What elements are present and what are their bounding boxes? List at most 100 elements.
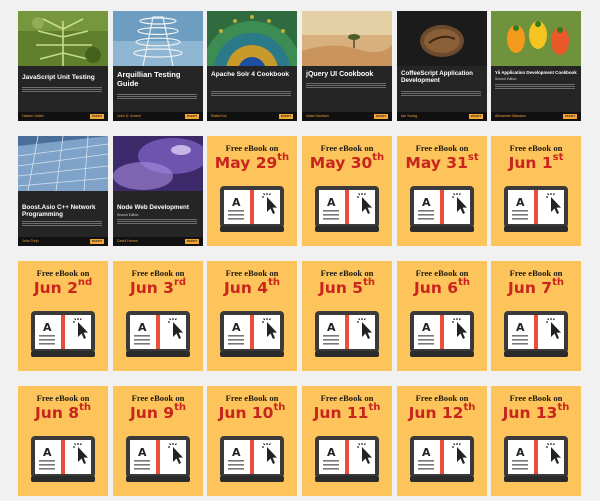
open-book-cursor-icon: A <box>220 186 284 232</box>
free-ebook-tile[interactable]: Free eBook on Jun 4th A <box>207 261 297 371</box>
free-ebook-tile[interactable]: Free eBook on May 31st A <box>397 136 487 246</box>
free-ebook-date: May 30th <box>302 152 392 172</box>
book-description <box>117 94 197 99</box>
cover-art-desert-tree <box>302 11 392 66</box>
free-ebook-date-suffix: st <box>552 152 564 163</box>
free-ebook-date-suffix: st <box>467 152 479 163</box>
publisher-logo: PACKT <box>90 239 104 244</box>
open-book-cursor-icon: A <box>504 186 568 232</box>
free-ebook-tile[interactable]: Free eBook on Jun 10th A <box>207 386 297 496</box>
book-title: CoffeeScript Application Development <box>401 70 473 84</box>
open-book-cursor-icon: A <box>410 436 474 482</box>
free-ebook-tile[interactable]: Free eBook on Jun 7th A <box>491 261 581 371</box>
free-ebook-label: Free eBook on <box>131 393 185 403</box>
free-ebook-tile[interactable]: Free eBook on Jun 13th A <box>491 386 581 496</box>
free-ebook-label: Free eBook on <box>320 268 374 278</box>
free-ebook-date: May 31st <box>397 152 487 172</box>
book-author: John Torjo <box>22 239 39 243</box>
free-ebook-date-text: Jun 13 <box>502 404 558 422</box>
open-book-cursor-icon: A <box>315 186 379 232</box>
book-cover-coffeescript-application-development[interactable]: CoffeeScript Application Development Ian… <box>397 11 487 121</box>
cover-art-coffee-bean <box>397 11 487 66</box>
free-ebook-date-suffix: rd <box>173 277 187 288</box>
book-icon-letter: A <box>138 446 147 459</box>
book-description <box>211 91 291 96</box>
free-ebook-date-suffix: th <box>458 277 470 288</box>
free-ebook-tile[interactable]: Free eBook on May 30th A <box>302 136 392 246</box>
book-icon-letter: A <box>232 446 241 459</box>
publisher-logo: PACKT <box>279 114 293 119</box>
open-book-cursor-icon: A <box>126 311 190 357</box>
free-ebook-tile[interactable]: Free eBook on Jun 9th A <box>113 386 203 496</box>
book-description <box>117 219 197 224</box>
free-ebook-label: Free eBook on <box>225 268 279 278</box>
open-book-cursor-icon: A <box>410 311 474 357</box>
free-ebook-date: Jun 13th <box>491 402 581 422</box>
book-footer: John D. Ament PACKT <box>113 112 203 121</box>
open-book-cursor-icon: A <box>315 311 379 357</box>
free-ebook-date-suffix: th <box>463 402 476 413</box>
book-cover-apache-solr-4-cookbook[interactable]: Apache Solr 4 Cookbook Rafał Kuć PACKT <box>207 11 297 121</box>
book-cover-boost-asio-cpp-network-programming[interactable]: Boost.Asio C++ Network Programming John … <box>18 136 108 246</box>
cover-art-purple-glass <box>113 136 203 191</box>
free-ebook-tile[interactable]: Free eBook on Jun 3rd A <box>113 261 203 371</box>
book-cover-node-web-development[interactable]: Node Web Development Second Edition Davi… <box>113 136 203 246</box>
book-cover-jquery-ui-cookbook[interactable]: jQuery UI Cookbook Adam Boduch PACKT <box>302 11 392 121</box>
free-ebook-label: Free eBook on <box>131 268 185 278</box>
free-ebook-date: Jun 2nd <box>18 277 108 297</box>
publisher-logo: PACKT <box>90 114 104 119</box>
free-ebook-date-suffix: th <box>372 152 385 163</box>
book-description <box>306 83 386 88</box>
book-description <box>401 91 481 96</box>
free-ebook-tile[interactable]: Free eBook on Jun 2nd A <box>18 261 108 371</box>
open-book-cursor-icon: A <box>410 186 474 232</box>
book-cover-arquillian-testing-guide[interactable]: Arquillian Testing Guide John D. Ament P… <box>113 11 203 121</box>
free-ebook-date: Jun 11th <box>302 402 392 422</box>
free-ebook-tile[interactable]: Free eBook on May 29th A <box>207 136 297 246</box>
free-ebook-date-suffix: th <box>174 402 186 413</box>
free-ebook-date-suffix: th <box>79 402 91 413</box>
open-book-cursor-icon: A <box>220 436 284 482</box>
free-ebook-date-text: Jun 5 <box>319 279 364 297</box>
free-ebook-date: Jun 7th <box>491 277 581 297</box>
book-subtitle: Second Edition <box>495 77 517 81</box>
book-icon-letter: A <box>43 321 52 334</box>
book-author: Rafał Kuć <box>211 114 227 118</box>
book-cover-yii-application-development-cookbook[interactable]: Yii Application Development Cookbook Sec… <box>491 11 581 121</box>
cover-art-parrots <box>491 11 581 66</box>
ebook-grid: JavaScript Unit Testing Hazem Saleh PACK… <box>0 0 600 501</box>
free-ebook-date-text: Jun 6 <box>414 279 459 297</box>
book-description <box>495 84 575 89</box>
book-icon-letter: A <box>232 196 241 209</box>
book-icon-letter: A <box>327 446 336 459</box>
publisher-logo: PACKT <box>185 114 199 119</box>
free-ebook-date-suffix: th <box>363 277 375 288</box>
free-ebook-date-suffix: th <box>277 152 290 163</box>
book-cover-javascript-unit-testing[interactable]: JavaScript Unit Testing Hazem Saleh PACK… <box>18 11 108 121</box>
book-title: Node Web Development <box>117 204 189 211</box>
book-icon-letter: A <box>43 446 52 459</box>
free-ebook-date: Jun 8th <box>18 402 108 422</box>
book-footer: Alexander Makarov PACKT <box>491 112 581 121</box>
free-ebook-date: Jun 1st <box>491 152 581 172</box>
open-book-cursor-icon: A <box>31 436 95 482</box>
open-book-cursor-icon: A <box>126 436 190 482</box>
free-ebook-date-text: Jun 10 <box>218 404 274 422</box>
free-ebook-tile[interactable]: Free eBook on Jun 8th A <box>18 386 108 496</box>
book-footer: Rafał Kuć PACKT <box>207 112 297 121</box>
free-ebook-date-text: Jun 7 <box>508 279 553 297</box>
cover-art-peacock <box>207 11 297 66</box>
open-book-cursor-icon: A <box>220 311 284 357</box>
free-ebook-tile[interactable]: Free eBook on Jun 5th A <box>302 261 392 371</box>
free-ebook-date-text: Jun 2 <box>33 279 78 297</box>
free-ebook-tile[interactable]: Free eBook on Jun 6th A <box>397 261 487 371</box>
free-ebook-date-text: May 29 <box>214 154 278 172</box>
book-title: Yii Application Development Cookbook <box>495 70 577 75</box>
free-ebook-tile[interactable]: Free eBook on Jun 12th A <box>397 386 487 496</box>
free-ebook-date-suffix: th <box>273 402 286 413</box>
free-ebook-tile[interactable]: Free eBook on Jun 11th A <box>302 386 392 496</box>
free-ebook-tile[interactable]: Free eBook on Jun 1st A <box>491 136 581 246</box>
book-icon-letter: A <box>422 321 431 334</box>
cover-art-tower <box>113 11 203 66</box>
free-ebook-label: Free eBook on <box>36 393 90 403</box>
